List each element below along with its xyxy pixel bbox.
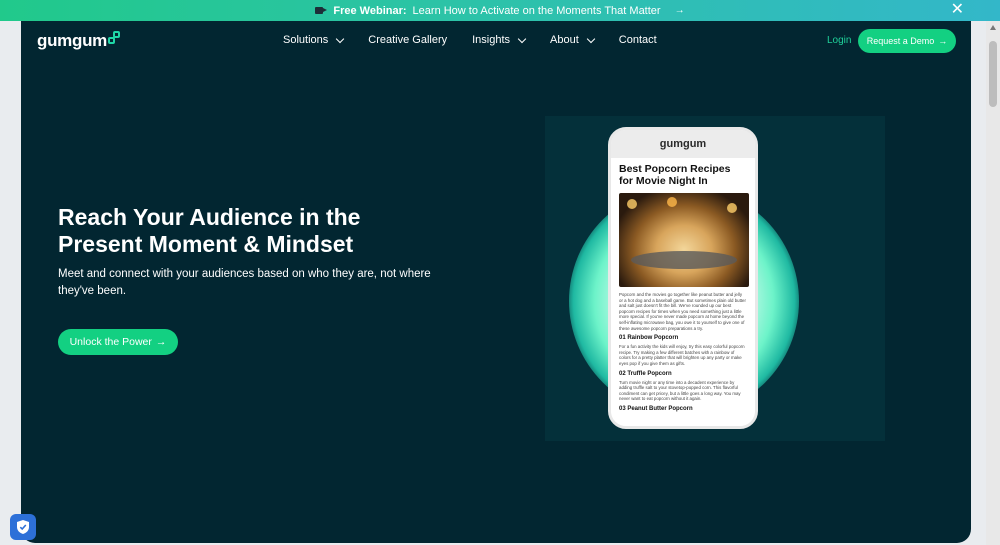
unlock-power-button[interactable]: Unlock the Power → — [58, 329, 178, 355]
hero-title: Reach Your Audience in the Present Momen… — [58, 204, 361, 257]
chevron-down-icon — [517, 34, 527, 43]
top-nav: gumgum Solutions Creative Gallery Insigh… — [21, 21, 971, 63]
chevron-down-icon — [586, 34, 596, 43]
logo-text: gumgum — [37, 31, 107, 50]
announcement-bar[interactable]: Free Webinar: Learn How to Activate on t… — [0, 0, 1000, 21]
privacy-shield-icon[interactable] — [10, 514, 36, 540]
menu-item-solutions[interactable]: Solutions — [283, 34, 345, 46]
scrollbar[interactable] — [986, 21, 1000, 545]
announcement-bold: Free Webinar: — [333, 4, 407, 17]
article-heading-3: 03 Peanut Butter Popcorn — [619, 405, 693, 412]
article-paragraph-2: Turn movie night or any time into a deca… — [619, 379, 741, 402]
scroll-up-icon[interactable] — [990, 25, 996, 30]
phone-header: gumgum — [611, 130, 755, 158]
hero-subtitle: Meet and connect with your audiences bas… — [58, 268, 431, 297]
phone-mockup: gumgum Best Popcorn Recipes for Movie Ni… — [608, 127, 758, 429]
phone-article: Best Popcorn Recipes for Movie Night In … — [611, 158, 755, 426]
close-icon[interactable]: ✕ — [951, 2, 964, 18]
logo[interactable]: gumgum — [37, 31, 120, 51]
video-camera-icon — [315, 6, 328, 15]
arrow-right-icon: → — [938, 36, 948, 46]
scroll-thumb[interactable] — [989, 41, 997, 107]
demo-label: Request a Demo — [866, 36, 935, 46]
menu-item-contact[interactable]: Contact — [619, 34, 657, 46]
article-heading-2: 02 Truffle Popcorn — [619, 370, 672, 377]
request-demo-button[interactable]: Request a Demo → — [858, 29, 956, 53]
chevron-down-icon — [336, 34, 345, 43]
announcement-text[interactable]: Learn How to Activate on the Moments Tha… — [413, 5, 661, 17]
logo-mark-icon — [107, 31, 120, 45]
article-paragraph-1: For a fun activity the kids will enjoy, … — [619, 344, 745, 366]
article-title: Best Popcorn Recipes for Movie Night In — [619, 163, 731, 187]
phone-logo: gumgum — [659, 138, 707, 150]
menu-item-creative-gallery[interactable]: Creative Gallery — [368, 34, 447, 46]
menu-label: Creative Gallery — [368, 34, 448, 46]
cta-label: Unlock the Power — [69, 336, 152, 348]
article-intro: Popcorn and the movies go together like … — [619, 292, 746, 331]
hero-section: gumgum Solutions Creative Gallery Insigh… — [21, 21, 971, 543]
menu-label: Contact — [618, 34, 657, 46]
article-heading-1: 01 Rainbow Popcorn — [619, 335, 679, 342]
phone-visual: gumgum Best Popcorn Recipes for Movie Ni… — [545, 116, 885, 441]
arrow-right-icon: → — [674, 5, 685, 16]
menu-label: Insights — [472, 34, 511, 46]
menu-item-insights[interactable]: Insights — [472, 34, 527, 46]
menu-label: About — [550, 34, 579, 46]
main-menu: Solutions Creative Gallery Insights Abou… — [283, 34, 682, 46]
menu-label: Solutions — [283, 34, 329, 46]
arrow-right-icon: → — [155, 336, 167, 348]
popcorn-image — [619, 193, 749, 287]
menu-item-about[interactable]: About — [550, 34, 596, 46]
login-link[interactable]: Login — [827, 35, 851, 46]
